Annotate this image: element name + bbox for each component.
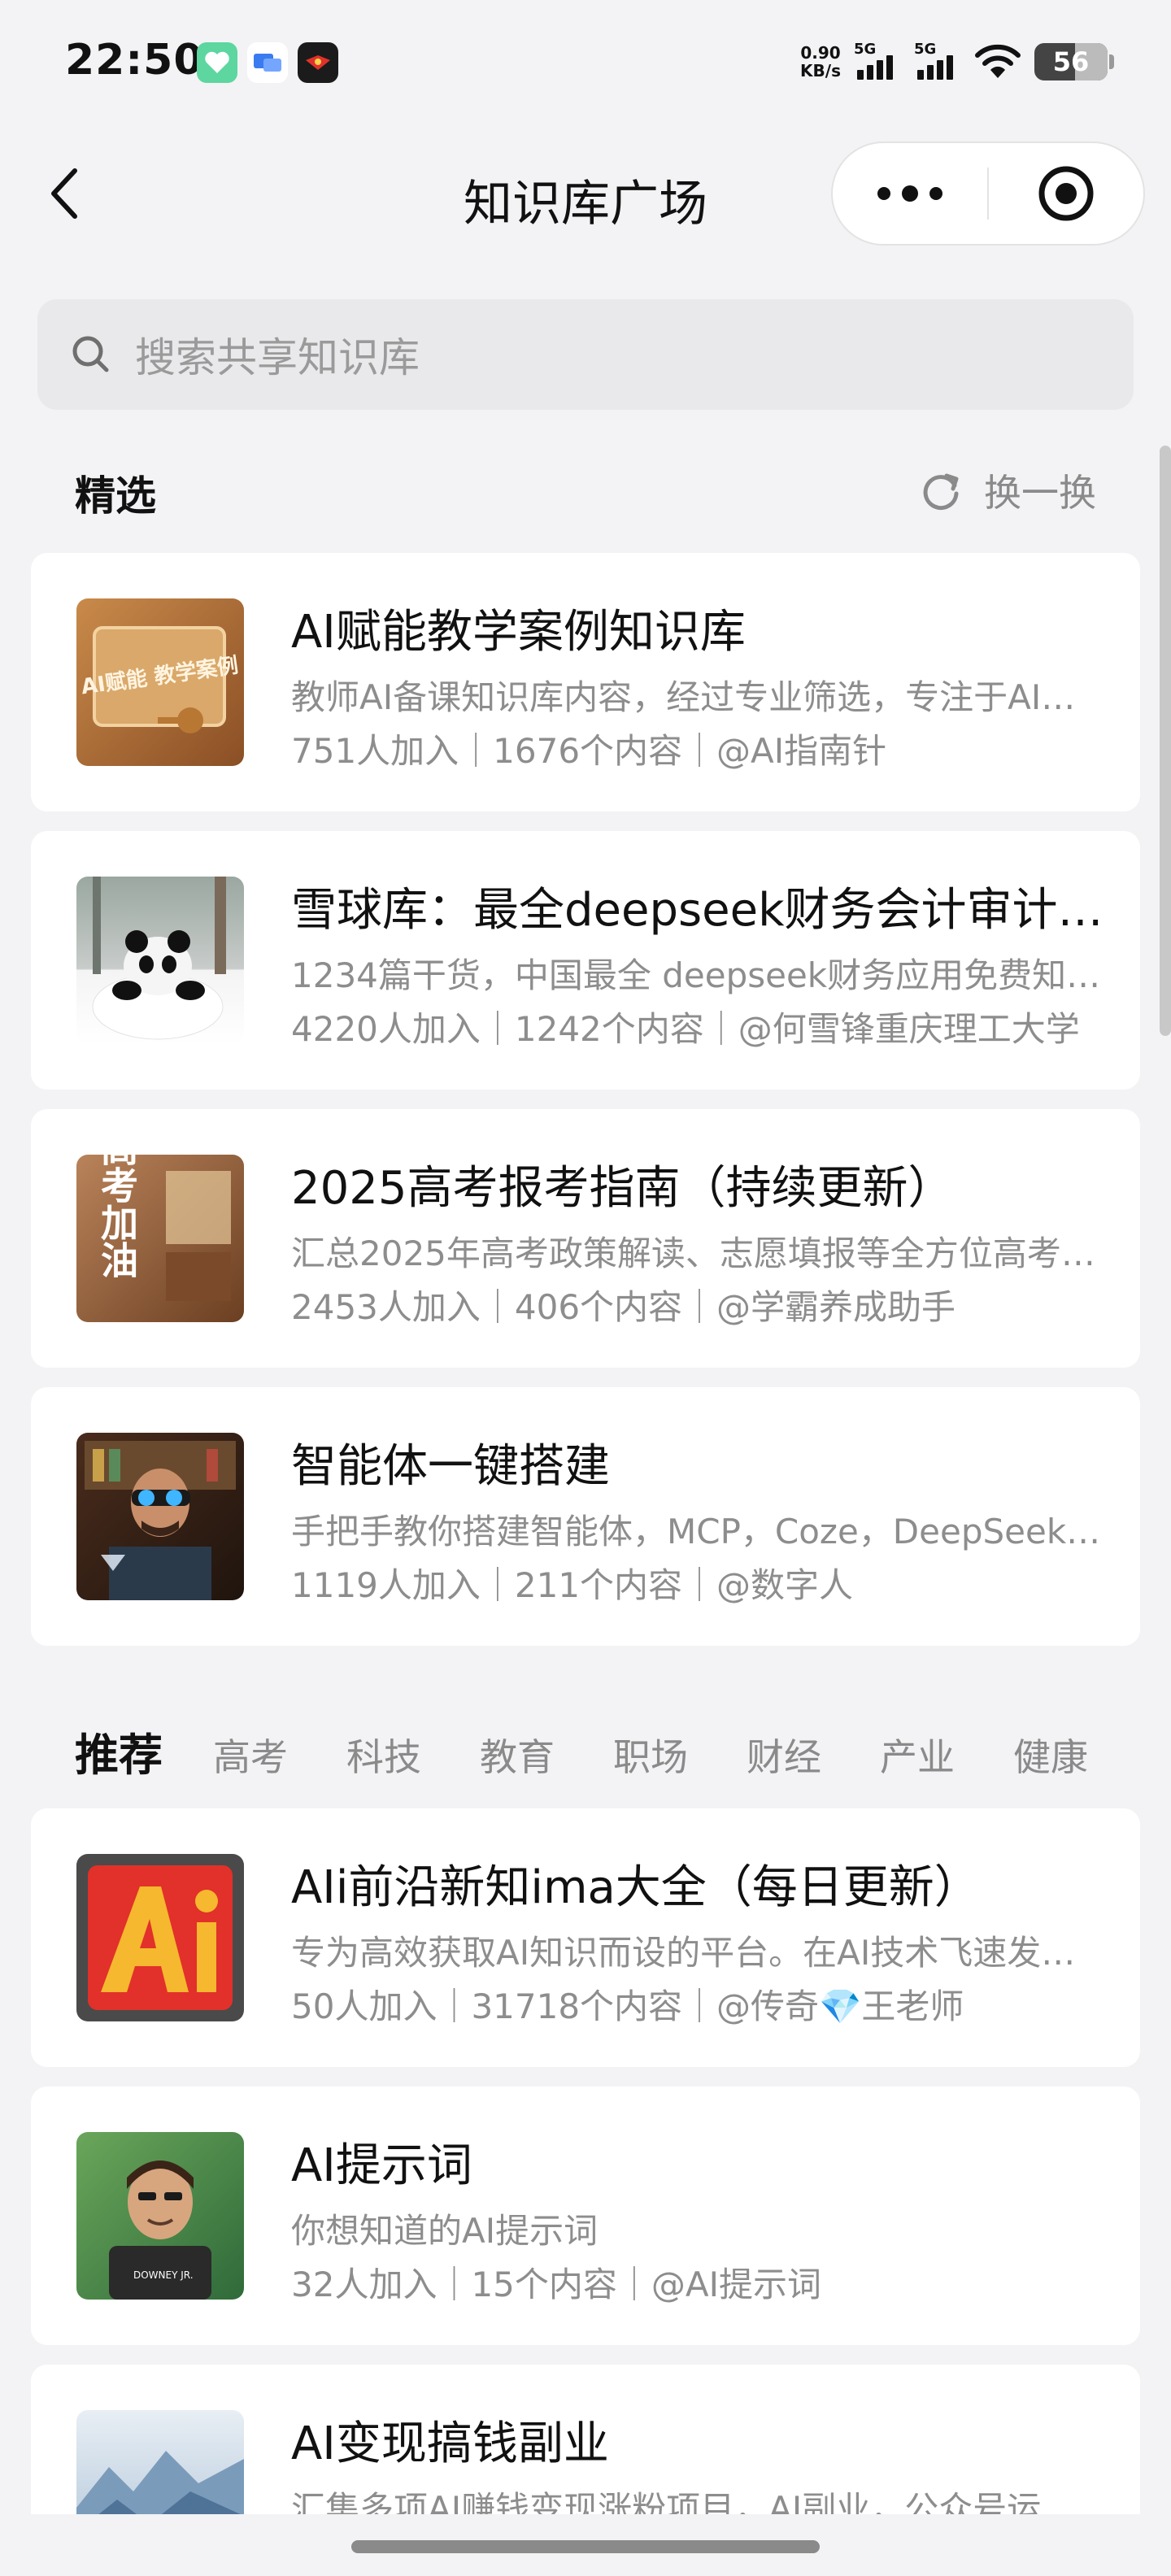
card-title: AI赋能教学案例知识库 [291, 606, 746, 659]
net-speed-value: 0.90 [800, 43, 841, 63]
tab-finance[interactable]: 财经 [747, 1728, 821, 1782]
home-indicator[interactable] [351, 2540, 820, 2553]
tab-gaokao[interactable]: 高考 [213, 1728, 288, 1782]
card-description: 手把手教你搭建智能体，MCP，Coze，DeepSeek等工具教程 [291, 1512, 1104, 1551]
card-title: 雪球库：最全deepseek财务会计审计知识库 [291, 884, 1104, 937]
search-placeholder: 搜索共享知识库 [135, 334, 420, 381]
search-icon [70, 333, 112, 376]
card-thumbnail: 高考加油 [76, 1155, 244, 1322]
card-meta: 2453人加入｜406个内容｜@学霸养成助手 [291, 1287, 956, 1327]
miniprogram-capsule [831, 141, 1145, 246]
card-description: 1234篇干货，中国最全 deepseek财务应用免费知识库 [291, 955, 1104, 995]
card-thumbnail: DOWNEY JR. [76, 2132, 244, 2300]
more-icon [877, 185, 942, 202]
health-app-icon [197, 42, 237, 83]
game-app-icon [298, 42, 338, 83]
card-description: 汇总2025年高考政策解读、志愿填报等全方位高考资讯 [291, 1234, 1104, 1273]
card-meta: 32人加入｜15个内容｜@AI提示词 [291, 2265, 822, 2304]
tab-health[interactable]: 健康 [1013, 1728, 1088, 1782]
battery-level: 56 [1052, 46, 1090, 77]
tab-education[interactable]: 教育 [480, 1728, 555, 1782]
card-title: 智能体一键搭建 [291, 1440, 610, 1493]
status-right: 0.90 KB/s 5G 5G 56 [800, 41, 1114, 83]
close-miniprogram-button[interactable] [989, 143, 1143, 244]
category-tabs: 推荐 高考 科技 教育 职场 财经 产业 健康 [75, 1719, 1147, 1783]
card-meta: 50人加入｜31718个内容｜@传奇💎王老师 [291, 1986, 964, 2026]
sim1-signal-icon: 5G [854, 41, 901, 83]
tab-industry[interactable]: 产业 [880, 1728, 955, 1782]
tab-tech[interactable]: 科技 [346, 1728, 421, 1782]
featured-section-title: 精选 [75, 472, 156, 520]
message-app-icon [247, 42, 288, 83]
card-title: 2025高考报考指南（持续更新） [291, 1162, 954, 1215]
knowledge-base-card[interactable]: DOWNEY JR. AI提示词 你想知道的AI提示词 32人加入｜15个内容｜… [31, 2086, 1140, 2345]
net-speed-unit: KB/s [800, 61, 841, 80]
card-description: 你想知道的AI提示词 [291, 2211, 599, 2251]
status-time: 22:50 [65, 36, 204, 85]
card-thumbnail [76, 877, 244, 1044]
close-miniprogram-icon [1038, 166, 1094, 221]
card-description: 专为高效获取AI知识而设的平台。在AI技术飞速发展的今天 [291, 1933, 1104, 1973]
more-button[interactable] [833, 143, 987, 244]
card-meta: 4220人加入｜1242个内容｜@何雪锋重庆理工大学 [291, 1009, 1080, 1049]
card-description: 教师AI备课知识库内容，经过专业筛选，专注于AI赋能教学案例的整理 [291, 677, 1104, 717]
card-meta: 751人加入｜1676个内容｜@AI指南针 [291, 731, 887, 771]
card-thumbnail: AI赋能 教学案例 [76, 598, 244, 766]
card-thumbnail: Ai [76, 1854, 244, 2021]
status-bar: 22:50 0.90 KB/s 5G 5G 56 [0, 0, 1171, 130]
knowledge-base-card[interactable]: Ai AIi前沿新知ima大全（每日更新） 专为高效获取AI知识而设的平台。在A… [31, 1808, 1140, 2067]
knowledge-base-card[interactable]: 高考加油 2025高考报考指南（持续更新） 汇总2025年高考政策解读、志愿填报… [31, 1109, 1140, 1368]
refresh-icon [921, 469, 963, 511]
sim2-signal-icon: 5G [914, 41, 961, 83]
scrollbar[interactable] [1160, 446, 1171, 1036]
card-title: AIi前沿新知ima大全（每日更新） [291, 1861, 980, 1914]
tab-workplace[interactable]: 职场 [613, 1728, 688, 1782]
wifi-icon [974, 42, 1021, 81]
navigation-bar: 知识库广场 [0, 138, 1171, 252]
card-thumbnail [76, 1433, 244, 1600]
card-title: AI变现搞钱副业 [291, 2417, 609, 2470]
knowledge-base-card[interactable]: 智能体一键搭建 手把手教你搭建智能体，MCP，Coze，DeepSeek等工具教… [31, 1387, 1140, 1646]
thumb-text: DOWNEY JR. [133, 2269, 194, 2281]
knowledge-square-page: 22:50 0.90 KB/s 5G 5G 56 知识库广场 搜索共享知识库 精… [0, 0, 1171, 2576]
knowledge-base-card[interactable]: AI赋能 教学案例 AI赋能教学案例知识库 教师AI备课知识库内容，经过专业筛选… [31, 553, 1140, 812]
search-input[interactable]: 搜索共享知识库 [37, 299, 1134, 410]
thumb-text: 高考加油 [95, 1155, 139, 1278]
refresh-button[interactable]: 换一换 [921, 463, 1096, 517]
card-meta: 1119人加入｜211个内容｜@数字人 [291, 1565, 854, 1605]
thumb-text: Ai [76, 1854, 78, 1855]
battery-icon: 56 [1034, 43, 1114, 80]
refresh-label: 换一换 [984, 471, 1096, 515]
net-speed: 0.90 KB/s [800, 44, 841, 80]
tab-recommend[interactable]: 推荐 [75, 1719, 163, 1783]
knowledge-base-card[interactable]: 雪球库：最全deepseek财务会计审计知识库 1234篇干货，中国最全 dee… [31, 831, 1140, 1090]
card-title: AI提示词 [291, 2139, 472, 2192]
